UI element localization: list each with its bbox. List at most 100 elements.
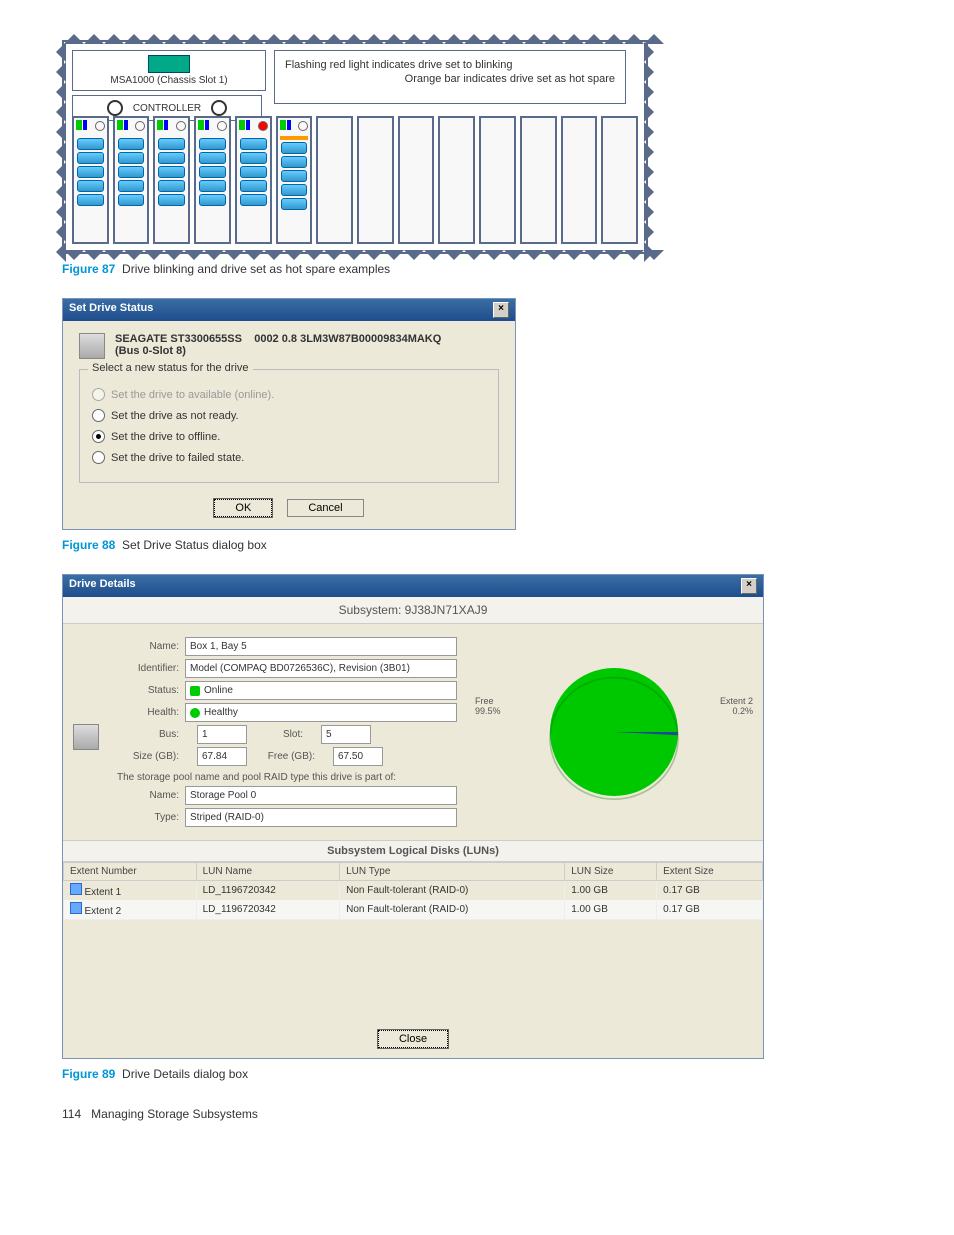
drive-bay bbox=[398, 116, 435, 244]
drive-led-icon bbox=[95, 121, 105, 131]
ok-button[interactable]: OK bbox=[214, 499, 272, 517]
drive-led-icon bbox=[176, 121, 186, 131]
disk-icon bbox=[77, 194, 104, 206]
disk-icon bbox=[240, 166, 267, 178]
dialog-titlebar: Set Drive Status × bbox=[63, 299, 515, 321]
disk-icon bbox=[118, 152, 145, 164]
disk-icon bbox=[118, 138, 145, 150]
disk-icon bbox=[281, 198, 308, 210]
drive-bay bbox=[479, 116, 516, 244]
disk-icon bbox=[199, 138, 226, 150]
drive-led-icon bbox=[217, 121, 227, 131]
disk-icon bbox=[281, 156, 308, 168]
disk-icon bbox=[158, 138, 185, 150]
drive-icon bbox=[73, 724, 99, 750]
drive-bay bbox=[357, 116, 394, 244]
radio-icon[interactable] bbox=[92, 451, 105, 464]
disk-icon bbox=[240, 138, 267, 150]
controller-label: CONTROLLER bbox=[133, 103, 201, 114]
disk-icon bbox=[199, 152, 226, 164]
disk-icon bbox=[281, 184, 308, 196]
pie-chart: Free99.5% Extent 20.2% bbox=[475, 634, 753, 830]
close-button[interactable]: Close bbox=[378, 1030, 448, 1048]
drive-bay bbox=[72, 116, 109, 244]
disk-icon bbox=[281, 170, 308, 182]
drive-bay bbox=[235, 116, 272, 244]
col-lun-type[interactable]: LUN Type bbox=[340, 863, 565, 881]
dialog-title: Set Drive Status bbox=[69, 302, 153, 318]
name-field: Box 1, Bay 5 bbox=[185, 637, 457, 656]
drive-bay bbox=[438, 116, 475, 244]
luns-table: Extent Number LUN Name LUN Type LUN Size… bbox=[63, 862, 763, 919]
disk-icon bbox=[77, 138, 104, 150]
drive-details-dialog: Drive Details × Subsystem: 9J38JN71XAJ9 … bbox=[62, 574, 764, 1059]
drive-bay bbox=[316, 116, 353, 244]
status-group: Select a new status for the drive Set th… bbox=[79, 369, 499, 483]
disk-icon bbox=[77, 152, 104, 164]
pool-note: The storage pool name and pool RAID type… bbox=[117, 772, 457, 783]
health-icon bbox=[190, 708, 200, 718]
disk-icon bbox=[199, 194, 226, 206]
pool-name-field: Storage Pool 0 bbox=[185, 786, 457, 805]
free-field: 67.50 bbox=[333, 747, 383, 766]
drive-bay-diagram: for(let i=0;i<30;i++)document.write('<di… bbox=[62, 40, 648, 254]
dialog-title: Drive Details bbox=[69, 578, 136, 594]
col-extent[interactable]: Extent Number bbox=[64, 863, 197, 881]
disk-icon bbox=[158, 152, 185, 164]
health-field: Healthy bbox=[185, 703, 457, 722]
radio-notready[interactable]: Set the drive as not ready. bbox=[92, 409, 486, 422]
disk-icon bbox=[118, 166, 145, 178]
disk-icon bbox=[118, 180, 145, 192]
radio-icon[interactable] bbox=[92, 430, 105, 443]
figure-caption: Figure 88 Set Drive Status dialog box bbox=[62, 538, 892, 552]
figure-caption: Figure 87 Drive blinking and drive set a… bbox=[62, 262, 892, 276]
status-icon bbox=[190, 686, 200, 696]
slot-field: 5 bbox=[321, 725, 371, 744]
drive-bay bbox=[601, 116, 638, 244]
cancel-button[interactable]: Cancel bbox=[287, 499, 363, 517]
figure-caption: Figure 89 Drive Details dialog box bbox=[62, 1067, 892, 1081]
pie-extent-label: Extent 20.2% bbox=[720, 696, 753, 716]
callout-box: Flashing red light indicates drive set t… bbox=[274, 50, 626, 104]
extent-icon bbox=[70, 883, 82, 895]
disk-icon bbox=[158, 194, 185, 206]
table-row[interactable]: Extent 1LD_1196720342Non Fault-tolerant … bbox=[64, 881, 763, 901]
page-footer: 114 Managing Storage Subsystems bbox=[62, 1107, 892, 1121]
close-icon[interactable]: × bbox=[741, 578, 757, 594]
radio-icon[interactable] bbox=[92, 409, 105, 422]
callout-blinking: Flashing red light indicates drive set t… bbox=[285, 59, 615, 71]
callout-hotspare: Orange bar indicates drive set as hot sp… bbox=[285, 73, 615, 85]
disk-icon bbox=[199, 180, 226, 192]
drive-icon bbox=[79, 333, 105, 359]
disk-icon bbox=[240, 152, 267, 164]
drive-bay bbox=[113, 116, 150, 244]
table-row[interactable]: Extent 2LD_1196720342Non Fault-tolerant … bbox=[64, 900, 763, 919]
disk-icon bbox=[158, 180, 185, 192]
radio-failed[interactable]: Set the drive to failed state. bbox=[92, 451, 486, 464]
drive-bay bbox=[520, 116, 557, 244]
status-field: Online bbox=[185, 681, 457, 700]
led-left-icon bbox=[107, 100, 123, 116]
identifier-field: Model (COMPAQ BD0726536C), Revision (3B0… bbox=[185, 659, 457, 678]
drive-bay bbox=[561, 116, 598, 244]
luns-section-header: Subsystem Logical Disks (LUNs) bbox=[63, 840, 763, 862]
extent-icon bbox=[70, 902, 82, 914]
radio-icon bbox=[92, 388, 105, 401]
col-extent-size[interactable]: Extent Size bbox=[657, 863, 763, 881]
radio-available: Set the drive to available (online). bbox=[92, 388, 486, 401]
col-lun-size[interactable]: LUN Size bbox=[565, 863, 657, 881]
drive-led-icon bbox=[258, 121, 268, 131]
radio-offline[interactable]: Set the drive to offline. bbox=[92, 430, 486, 443]
drive-led-icon bbox=[135, 121, 145, 131]
chassis-label: MSA1000 (Chassis Slot 1) bbox=[72, 50, 266, 91]
col-lun-name[interactable]: LUN Name bbox=[196, 863, 339, 881]
bus-field: 1 bbox=[197, 725, 247, 744]
set-drive-status-dialog: Set Drive Status × SEAGATE ST3300655SS 0… bbox=[62, 298, 516, 530]
drive-header-text: SEAGATE ST3300655SS 0002 0.8 3LM3W87B000… bbox=[115, 333, 441, 357]
drive-led-icon bbox=[298, 121, 308, 131]
subsystem-label: Subsystem: 9J38JN71XAJ9 bbox=[63, 597, 763, 624]
close-icon[interactable]: × bbox=[493, 302, 509, 318]
disk-icon bbox=[118, 194, 145, 206]
drive-bay bbox=[194, 116, 231, 244]
size-field: 67.84 bbox=[197, 747, 247, 766]
